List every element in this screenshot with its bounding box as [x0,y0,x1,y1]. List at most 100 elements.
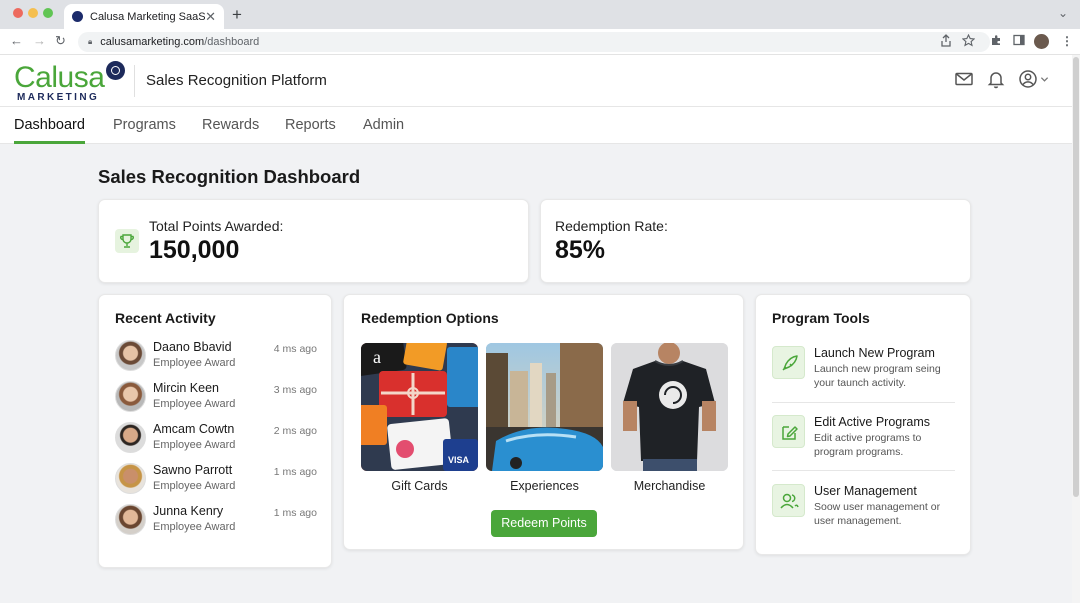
activity-type: Employee Award [153,357,236,369]
activity-item[interactable]: Junna Kenry Employee Award 1 ms ago [115,504,317,538]
logo-text: Calusa [14,61,105,94]
recent-activity-title: Recent Activity [115,310,216,326]
activity-type: Employee Award [153,521,236,533]
redemption-rate-label: Redemption Rate: [555,218,668,234]
url-path: /dashboard [204,36,260,48]
activity-time: 1 ms ago [273,507,317,519]
main-nav: Dashboard Programs Rewards Reports Admin [0,107,1072,144]
nav-programs[interactable]: Programs [113,117,176,133]
total-points-label: Total Points Awarded: [149,218,284,234]
bookmark-star-icon[interactable] [962,34,975,47]
url-host: calusamarketing.com [100,36,205,48]
browser-tabbar: Calusa Marketing SaaS ✕ + ⌄ [0,0,1080,29]
gift-cards-icon: a VISA [361,343,478,471]
tshirt-icon [611,343,728,471]
mail-icon[interactable] [954,69,974,89]
tool-title: Edit Active Programs [814,415,931,429]
divider [772,402,955,403]
activity-type: Employee Award [153,480,236,492]
users-icon [772,484,805,517]
nav-dashboard[interactable]: Dashboard [14,117,85,133]
redemption-options-title: Redemption Options [361,310,499,326]
user-account-icon[interactable] [1018,69,1038,89]
activity-name: Amcam Cowtn [153,422,235,436]
recent-activity-card: Recent Activity Daano Bbavid Employee Aw… [98,294,332,568]
activity-name: Daano Bbavid [153,340,232,354]
extensions-icon[interactable] [990,34,1002,46]
window-close-button[interactable] [13,8,23,18]
trophy-icon-box [115,229,139,253]
activity-time: 4 ms ago [273,343,317,355]
activity-name: Mircin Keen [153,381,219,395]
tool-user-management[interactable]: User Management Soow user management or … [772,484,955,530]
redemption-rate-card: Redemption Rate: 85% [540,199,971,283]
experiences-image[interactable] [486,343,603,471]
activity-type: Employee Award [153,398,236,410]
edit-icon [772,415,805,448]
page-scrollbar[interactable] [1072,55,1080,603]
trophy-icon [120,234,134,248]
tool-launch-program[interactable]: Launch New Program Launch new program se… [772,346,955,392]
address-bar[interactable]: 🔒︎ calusamarketing.com/dashboard [78,32,990,52]
back-arrow-icon[interactable]: ← [10,33,23,48]
avatar [115,381,146,412]
merchandise-label: Merchandise [633,479,706,493]
tab-title: Calusa Marketing SaaS [90,10,206,23]
profile-avatar[interactable] [1034,34,1049,49]
tool-description: Soow user management or user management. [814,501,941,527]
share-icon[interactable] [940,34,952,47]
redeem-points-button[interactable]: Redeem Points [491,510,597,537]
activity-item[interactable]: Sawno Parrott Employee Award 1 ms ago [115,463,317,497]
tool-description: Edit active programs to program programs… [814,432,922,458]
forward-arrow-icon[interactable]: → [33,33,46,48]
svg-text:VISA: VISA [448,455,470,465]
avatar [115,463,146,494]
browser-tab[interactable]: Calusa Marketing SaaS ✕ [64,4,224,29]
reload-icon[interactable]: ↻ [55,33,66,49]
browser-menu-icon[interactable]: ⋮ [1061,34,1073,48]
nav-active-indicator [14,141,85,144]
nav-reports[interactable]: Reports [285,117,336,133]
avatar [115,340,146,371]
sidepanel-icon[interactable] [1013,34,1025,46]
tab-close-icon[interactable]: ✕ [205,9,216,25]
gift-cards-image[interactable]: a VISA [361,343,478,471]
calusa-logo[interactable]: Calusa MARKETING [14,61,126,103]
new-tab-icon[interactable]: + [232,5,242,25]
nav-admin[interactable]: Admin [363,117,404,133]
tool-description: Launch new program seing your taunch act… [814,363,941,389]
redemption-rate-value: 85% [555,236,606,264]
nautilus-logo-icon [106,61,125,80]
activity-time: 1 ms ago [273,466,317,478]
activity-item[interactable]: Mircin Keen Employee Award 3 ms ago [115,381,317,415]
activity-item[interactable]: Daano Bbavid Employee Award 4 ms ago [115,340,317,374]
activity-type: Employee Award [153,439,236,451]
chevron-down-icon[interactable] [1040,75,1049,84]
experiences-icon [486,343,603,471]
platform-title: Sales Recognition Platform [146,72,327,89]
program-tools-title: Program Tools [772,310,870,326]
window-maximize-button[interactable] [43,8,53,18]
app-header: Calusa MARKETING Sales Recognition Platf… [0,55,1072,107]
header-divider [134,65,135,97]
tool-edit-programs[interactable]: Edit Active Programs Edit active program… [772,415,955,461]
window-minimize-button[interactable] [28,8,38,18]
tool-title: User Management [814,484,917,498]
activity-item[interactable]: Amcam Cowtn Employee Award 2 ms ago [115,422,317,456]
logo-subtext: MARKETING [17,92,100,103]
activity-name: Sawno Parrott [153,463,233,477]
svg-text:a: a [373,347,381,367]
merchandise-image[interactable] [611,343,728,471]
nav-rewards[interactable]: Rewards [202,117,259,133]
experiences-label: Experiences [510,479,579,493]
notification-bell-icon[interactable] [986,69,1006,89]
redemption-options-card: Redemption Options a VISA Gift Cards Exp… [343,294,744,550]
total-points-value: 150,000 [149,236,240,264]
activity-time: 3 ms ago [273,384,317,396]
scrollbar-thumb[interactable] [1073,57,1079,497]
tab-search-chevron-icon[interactable]: ⌄ [1058,6,1068,20]
page-title: Sales Recognition Dashboard [98,166,361,187]
avatar [115,422,146,453]
tool-title: Launch New Program [814,346,935,360]
avatar [115,504,146,535]
